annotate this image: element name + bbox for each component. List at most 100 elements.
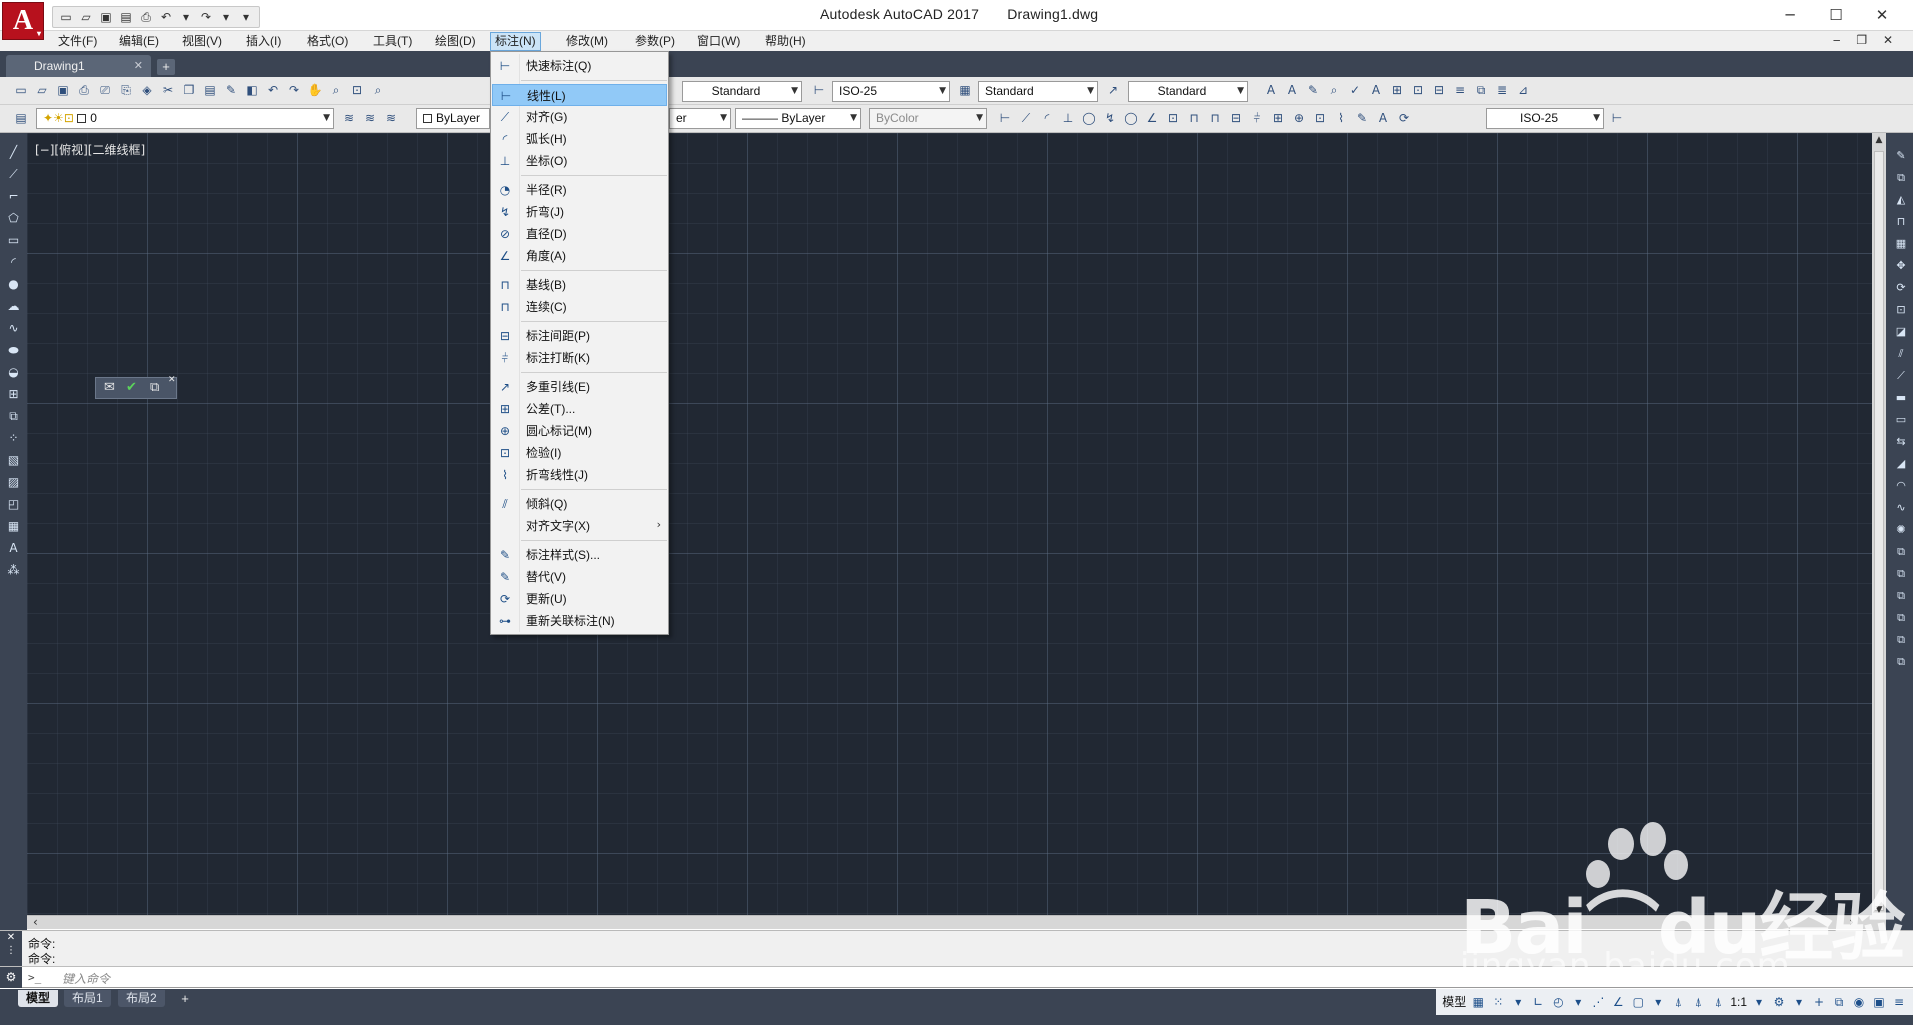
scale-dropdown-icon[interactable]: ▾ [1751,993,1767,1011]
close-icon[interactable]: ✕ [168,375,176,385]
menu-item-angular[interactable]: ∠ 角度(A) [492,245,667,267]
tab-layout1[interactable]: 布局1 [64,990,111,1007]
dim-update-icon[interactable]: ⟳ [1395,109,1413,127]
document-window-controls[interactable]: ‒ ❐ ✕ [1833,33,1899,47]
menu-item-arc-length[interactable]: ◜ 弧长(H) [492,128,667,150]
trim-icon[interactable]: ⫽ [1892,345,1910,363]
join-icon[interactable]: ⇆ [1892,433,1910,451]
scroll-up-icon[interactable]: ▲ [1872,133,1886,147]
add-layout-button[interactable]: + [177,991,193,1006]
customization-menu-icon[interactable]: ≡ [1891,993,1907,1011]
snap-icon[interactable]: ⁙ [1490,993,1506,1011]
color-select[interactable]: ByLayer [416,108,490,129]
menu-item-tolerance[interactable]: ⊞ 公差(T)... [492,398,667,420]
save-as-icon[interactable]: ▤ [117,9,135,25]
menu-item-dim-style[interactable]: ✎ 标注样式(S)... [492,544,667,566]
diameter-dim-icon[interactable]: ◯ [1122,109,1140,127]
clean-screen-icon[interactable]: ▣ [1871,993,1887,1011]
array-icon[interactable]: ▦ [1892,235,1910,253]
rectangle-icon[interactable]: ▭ [4,231,23,249]
multiline-text-icon[interactable]: A [4,539,23,557]
plot-icon[interactable]: ⎙ [75,81,93,99]
redo-icon[interactable]: ↷ [197,9,215,25]
lineweight-select[interactable]: ——— ByLayer ▼ [735,108,861,129]
layer-iso-icon[interactable]: ⊿ [1514,81,1532,99]
save-icon[interactable]: ▣ [54,81,72,99]
dimension-style-icon[interactable]: ⊢ [810,81,828,99]
open-icon[interactable]: ▱ [33,81,51,99]
scrollbar-thumb[interactable] [1874,151,1884,911]
menu-item-override[interactable]: ✎ 替代(V) [492,566,667,588]
menu-help[interactable]: 帮助(H) [761,33,810,50]
dim-space-icon[interactable]: ⊟ [1227,109,1245,127]
publish-icon[interactable]: ⎘ [117,81,135,99]
minimize-button[interactable]: ─ [1767,0,1813,30]
dimension-style-icon[interactable]: ⊢ [1608,109,1626,127]
menu-item-jogged[interactable]: ↯ 折弯(J) [492,201,667,223]
arc-length-icon[interactable]: ◜ [1038,109,1056,127]
menu-view[interactable]: 视图(V) [178,33,226,50]
draw-order-above-icon[interactable]: ⧉ [1892,587,1910,605]
checkmark-icon[interactable]: ✔ [126,380,137,395]
linetype-select[interactable]: er ▼ [669,108,731,129]
osnap-dropdown-icon[interactable]: ▾ [1650,993,1666,1011]
isolate-objects-icon[interactable]: ⧉ [1831,993,1847,1011]
paste-icon[interactable]: ▤ [201,81,219,99]
command-input[interactable]: 键入命令 [62,970,110,987]
layer-state-icon[interactable]: ≡ [1451,81,1469,99]
annotation-visibility-icon[interactable]: ⍋ [1670,993,1686,1011]
undo-dropdown-icon[interactable]: ▾ [177,9,195,25]
menu-item-radius[interactable]: ◔ 半径(R) [492,179,667,201]
object-snap-icon[interactable]: ▢ [1630,993,1646,1011]
zoom-previous-icon[interactable]: ⌕ [369,81,387,99]
isometric-icon[interactable]: ⋰ [1590,993,1606,1011]
match-properties-icon[interactable]: ✎ [222,81,240,99]
fillet-icon[interactable]: ◠ [1892,477,1910,495]
center-mark-icon[interactable]: ⊕ [1290,109,1308,127]
region-icon[interactable]: ◰ [4,495,23,513]
continue-dim-icon[interactable]: ⊓ [1206,109,1224,127]
ellipse-icon[interactable]: ⬬ [4,341,23,359]
workspace-gear-icon[interactable]: ⚙ [1771,993,1787,1011]
revision-cloud-icon[interactable]: ☁ [4,297,23,315]
menu-item-inspection[interactable]: ⊡ 检验(I) [492,442,667,464]
new-file-icon[interactable]: ▭ [57,9,75,25]
tab-model[interactable]: 模型 [18,990,59,1007]
rotate-icon[interactable]: ⟳ [1892,279,1910,297]
add-icon[interactable]: + [1811,993,1827,1011]
justify-text-icon[interactable]: ⊡ [1409,81,1427,99]
menu-edit[interactable]: 编辑(E) [115,33,163,50]
find-text-icon[interactable]: ⌕ [1325,81,1343,99]
block-editor-icon[interactable]: ◧ [243,81,261,99]
move-icon[interactable]: ✥ [1892,257,1910,275]
dim-text-edit-icon[interactable]: A [1374,109,1392,127]
menu-item-ordinate[interactable]: ⊥ 坐标(O) [492,150,667,172]
layer-merge-icon[interactable]: ≣ [1493,81,1511,99]
hatch-icon[interactable]: ▧ [4,451,23,469]
menu-item-aligned[interactable]: ⟋ 对齐(G) [492,106,667,128]
grid-icon[interactable]: ▦ [1470,993,1486,1011]
inspection-icon[interactable]: ⊡ [1311,109,1329,127]
polyline-icon[interactable]: ⌐ [4,187,23,205]
menu-modify[interactable]: 修改(M) [562,33,612,50]
open-file-icon[interactable]: ▱ [77,9,95,25]
break-at-point-icon[interactable]: ▬ [1892,389,1910,407]
layer-walk-icon[interactable]: ⧉ [1472,81,1490,99]
menu-dimension[interactable]: 标注(N) [490,32,541,51]
layers-icon[interactable]: ⧉ [150,380,159,395]
ellipse-arc-icon[interactable]: ◒ [4,363,23,381]
jogged-dim-icon[interactable]: ↯ [1101,109,1119,127]
menu-format[interactable]: 格式(O) [303,33,352,50]
menu-item-center-mark[interactable]: ⊕ 圆心标记(M) [492,420,667,442]
object-snap-tracking-icon[interactable]: ∠ [1610,993,1626,1011]
zoom-window-icon[interactable]: ⊡ [348,81,366,99]
close-tab-icon[interactable]: ✕ [134,55,143,77]
dimension-style-select-2[interactable]: ISO-25 ▼ [1486,108,1604,129]
menu-item-dim-break[interactable]: ⫩ 标注打断(K) [492,347,667,369]
mirror-icon[interactable]: ◭ [1892,191,1910,209]
baseline-dim-icon[interactable]: ⊓ [1185,109,1203,127]
layer-select[interactable]: ✦☀⊡ 0 ▼ [36,108,334,129]
circle-icon[interactable]: ● [4,275,23,293]
quick-dim-icon[interactable]: ⊡ [1164,109,1182,127]
snap-dropdown-icon[interactable]: ▾ [1510,993,1526,1011]
